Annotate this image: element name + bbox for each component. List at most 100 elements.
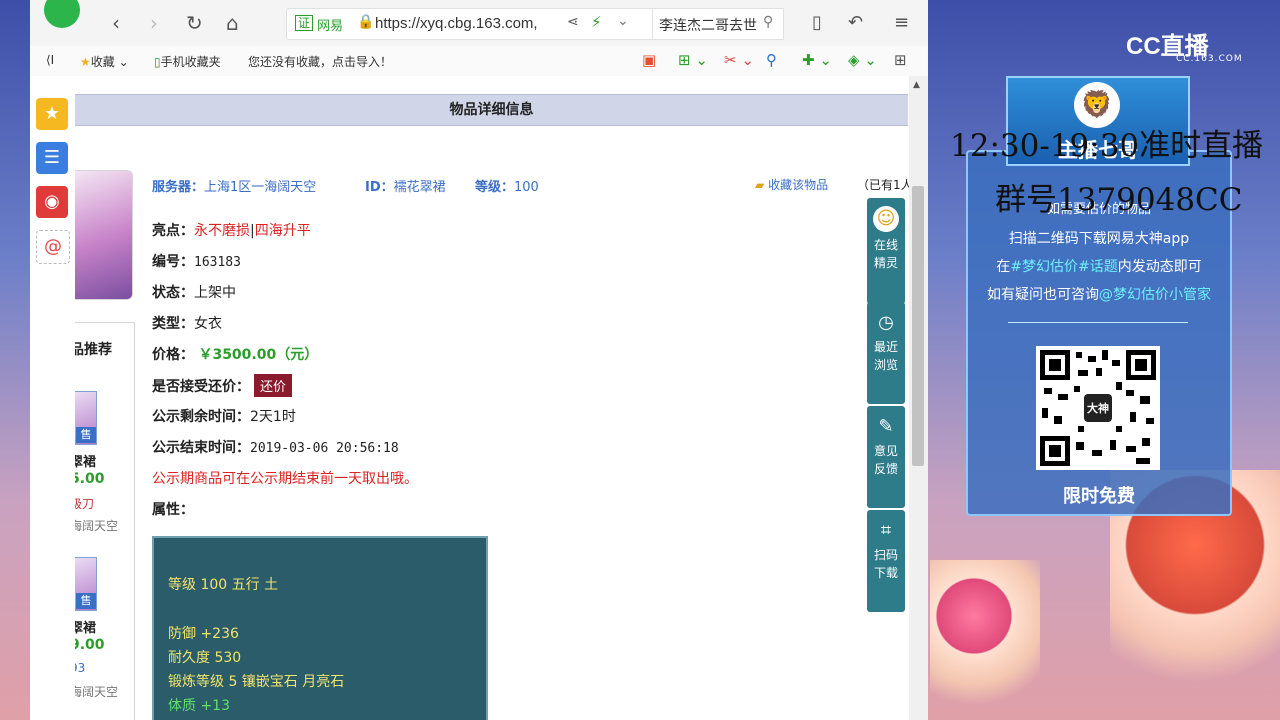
recommend-item-server: 海阔天空	[75, 519, 119, 533]
chevron-down-icon[interactable]: ⌄	[617, 13, 629, 29]
magnifier-icon[interactable]: ⚲	[766, 51, 777, 69]
shield-icon[interactable]: ◈ ⌄	[848, 51, 877, 69]
news-icon[interactable]: ☰	[36, 142, 68, 174]
vertical-scrollbar[interactable]: ▲	[909, 76, 928, 720]
live-schedule: 12:30-19:30准时直播	[950, 128, 1264, 164]
mobile-favorites[interactable]: ▯手机收藏夹	[154, 53, 221, 70]
mobile-icon[interactable]: ▯	[812, 12, 822, 34]
search-input[interactable]: 李连杰二哥去世	[659, 15, 759, 35]
menu-icon[interactable]: ≡	[894, 12, 909, 34]
qr-line-4: 如有疑问也可咨询@梦幻估价小管家	[968, 284, 1230, 304]
recommend-item-extra: 级刀	[75, 497, 95, 511]
url-text[interactable]: https://xyq.cbg.163.com,	[375, 15, 538, 32]
number-value: 163183	[194, 255, 241, 270]
collapse-sidebar-icon[interactable]: ⟨I	[46, 53, 54, 67]
clock-icon: ◷	[878, 312, 894, 333]
qr-line-2: 扫描二维码下载网易大神app	[1008, 231, 1190, 247]
favorite-item-link[interactable]: ▰ 收藏该物品	[755, 176, 828, 193]
apps-icon[interactable]: ⊞	[894, 51, 907, 69]
undo-icon[interactable]: ↶	[848, 12, 863, 34]
video-icon[interactable]: ▣	[642, 51, 656, 69]
bargain-button[interactable]: 还价	[254, 374, 293, 397]
mobile-favorites-label: 手机收藏夹	[160, 55, 221, 69]
qr-topic: #梦幻估价#话题	[1010, 259, 1118, 275]
qr-mention: @梦幻估价小管家	[1099, 287, 1211, 303]
highlight-row: 亮点：永不磨损|四海升平	[152, 220, 311, 240]
browser-window: ‹ › ↻ ⌂ 证 网易 🔒 https://xyq.cbg.163.com, …	[30, 0, 928, 720]
extension-icon[interactable]: ⊞ ⌄	[678, 51, 708, 69]
browser-logo-icon[interactable]	[44, 0, 80, 28]
attr-constitution: 体质 +13	[168, 698, 230, 714]
back-icon[interactable]: ‹	[112, 12, 120, 34]
item-thumbnail[interactable]	[75, 170, 133, 300]
recent-browse-button[interactable]: ◷ 最近 浏览	[867, 302, 905, 404]
number-label: 编号：	[152, 254, 194, 270]
scroll-up-icon[interactable]: ▲	[913, 80, 920, 90]
sale-badge: 售	[76, 427, 96, 443]
folder-icon: ▰	[755, 178, 765, 192]
level-value: 100	[514, 180, 539, 195]
scan-download-button[interactable]: ⌗ 扫码 下载	[867, 510, 905, 612]
star-icon[interactable]: ★	[36, 98, 68, 130]
price-row: 价格： ￥3500.00（元）	[152, 344, 318, 364]
highlight-2: 四海升平	[254, 223, 311, 239]
recommend-title: 品推荐	[75, 342, 112, 358]
favorites-label: 收藏	[90, 55, 115, 69]
remaining-value: 2天1时	[250, 409, 296, 425]
attributes-label: 属性：	[152, 502, 194, 518]
cc-live-logo: CC直播 CC.163.COM	[1126, 26, 1266, 66]
forward-icon[interactable]: ›	[150, 12, 158, 34]
weibo-icon[interactable]: ◉	[36, 186, 68, 218]
recommend-item-server: 海阔天空	[75, 685, 119, 699]
qr-code: 大神	[1036, 346, 1160, 470]
game-icon[interactable]: ✚ ⌄	[802, 51, 832, 69]
share-icon[interactable]: ⋖	[567, 14, 579, 30]
scan-download-label: 扫码 下载	[873, 548, 898, 580]
highlight-label: 亮点：	[152, 223, 194, 239]
id-label: ID：	[365, 180, 394, 195]
page-title: 物品详细信息	[75, 94, 908, 126]
qr-line-3c: 内发动态即可	[1117, 259, 1202, 275]
online-sprite-button[interactable]: ☺ 在线 精灵	[867, 198, 905, 304]
attributes-panel: 等级 100 五行 土 防御 +236 耐久度 530 锻炼等级 5 镶嵌宝石 …	[152, 536, 488, 720]
speed-mode-icon[interactable]: ⚡	[591, 13, 602, 31]
feedback-button[interactable]: ✎ 意见 反馈	[867, 406, 905, 508]
end-time-row: 公示结束时间：2019-03-06 20:56:18	[152, 437, 399, 457]
cert-badge: 证	[295, 15, 314, 31]
free-label: 限时免费	[1063, 486, 1135, 507]
browser-toolbar: ‹ › ↻ ⌂ 证 网易 🔒 https://xyq.cbg.163.com, …	[30, 0, 928, 47]
end-label: 公示结束时间：	[152, 440, 250, 456]
scrollbar-thumb[interactable]	[912, 186, 924, 466]
recommend-item-price: 5.00	[75, 471, 105, 487]
status-label: 状态：	[152, 285, 194, 301]
lock-icon: 🔒	[357, 14, 375, 30]
level-label: 等级：	[475, 180, 515, 195]
bargain-row: 是否接受还价： 还价	[152, 374, 293, 397]
qr-line-3a: 在	[996, 259, 1011, 275]
qr-line-3: 在#梦幻估价#话题内发动态即可	[968, 256, 1230, 276]
favorites-menu[interactable]: ★收藏 ⌄	[80, 53, 129, 70]
status-value: 上架中	[194, 285, 236, 301]
import-favorites-hint[interactable]: 您还没有收藏，点击导入！	[248, 53, 392, 70]
qr-center-label: 大神	[1087, 402, 1109, 415]
item-detail-page: 物品详细信息 服务器：上海1区一海阔天空 ID：襦花翠裙 等级：100 ▰ 收藏…	[75, 76, 928, 720]
refresh-icon[interactable]: ↻	[186, 12, 203, 34]
search-box[interactable]: 李连杰二哥去世 ⚲	[652, 8, 784, 40]
recommend-item-name[interactable]: 翠裙	[75, 617, 96, 636]
recommend-panel: 品推荐 售 翠裙 5.00 级刀 海阔天空 售 翠裙 9.00 93 海阔天空	[75, 322, 135, 720]
online-sprite-label: 在线 精灵	[873, 238, 898, 270]
attributes-row: 属性：	[152, 499, 194, 519]
address-bar[interactable]: 证 网易 🔒 https://xyq.cbg.163.com, ⋖ ⚡ ⌄	[286, 8, 668, 40]
star-icon: ★	[80, 55, 91, 69]
email-icon[interactable]: @	[36, 230, 70, 264]
recommend-item-name[interactable]: 翠裙	[75, 451, 96, 470]
search-icon[interactable]: ⚲	[763, 14, 773, 30]
scan-icon: ⌗	[880, 520, 892, 541]
recommend-item-extra: 93	[75, 661, 86, 675]
id-value: 襦花翠裙	[393, 180, 446, 195]
notice-text: 公示期商品可在公示期结束前一天取出哦。	[152, 471, 418, 487]
home-icon[interactable]: ⌂	[226, 12, 239, 34]
screenshot-icon[interactable]: ✂ ⌄	[724, 51, 754, 69]
bookmark-bar: ⟨I ★收藏 ⌄ ▯手机收藏夹 您还没有收藏，点击导入！ ▣ ⊞ ⌄ ✂ ⌄ ⚲…	[30, 46, 928, 77]
type-label: 类型：	[152, 316, 194, 332]
